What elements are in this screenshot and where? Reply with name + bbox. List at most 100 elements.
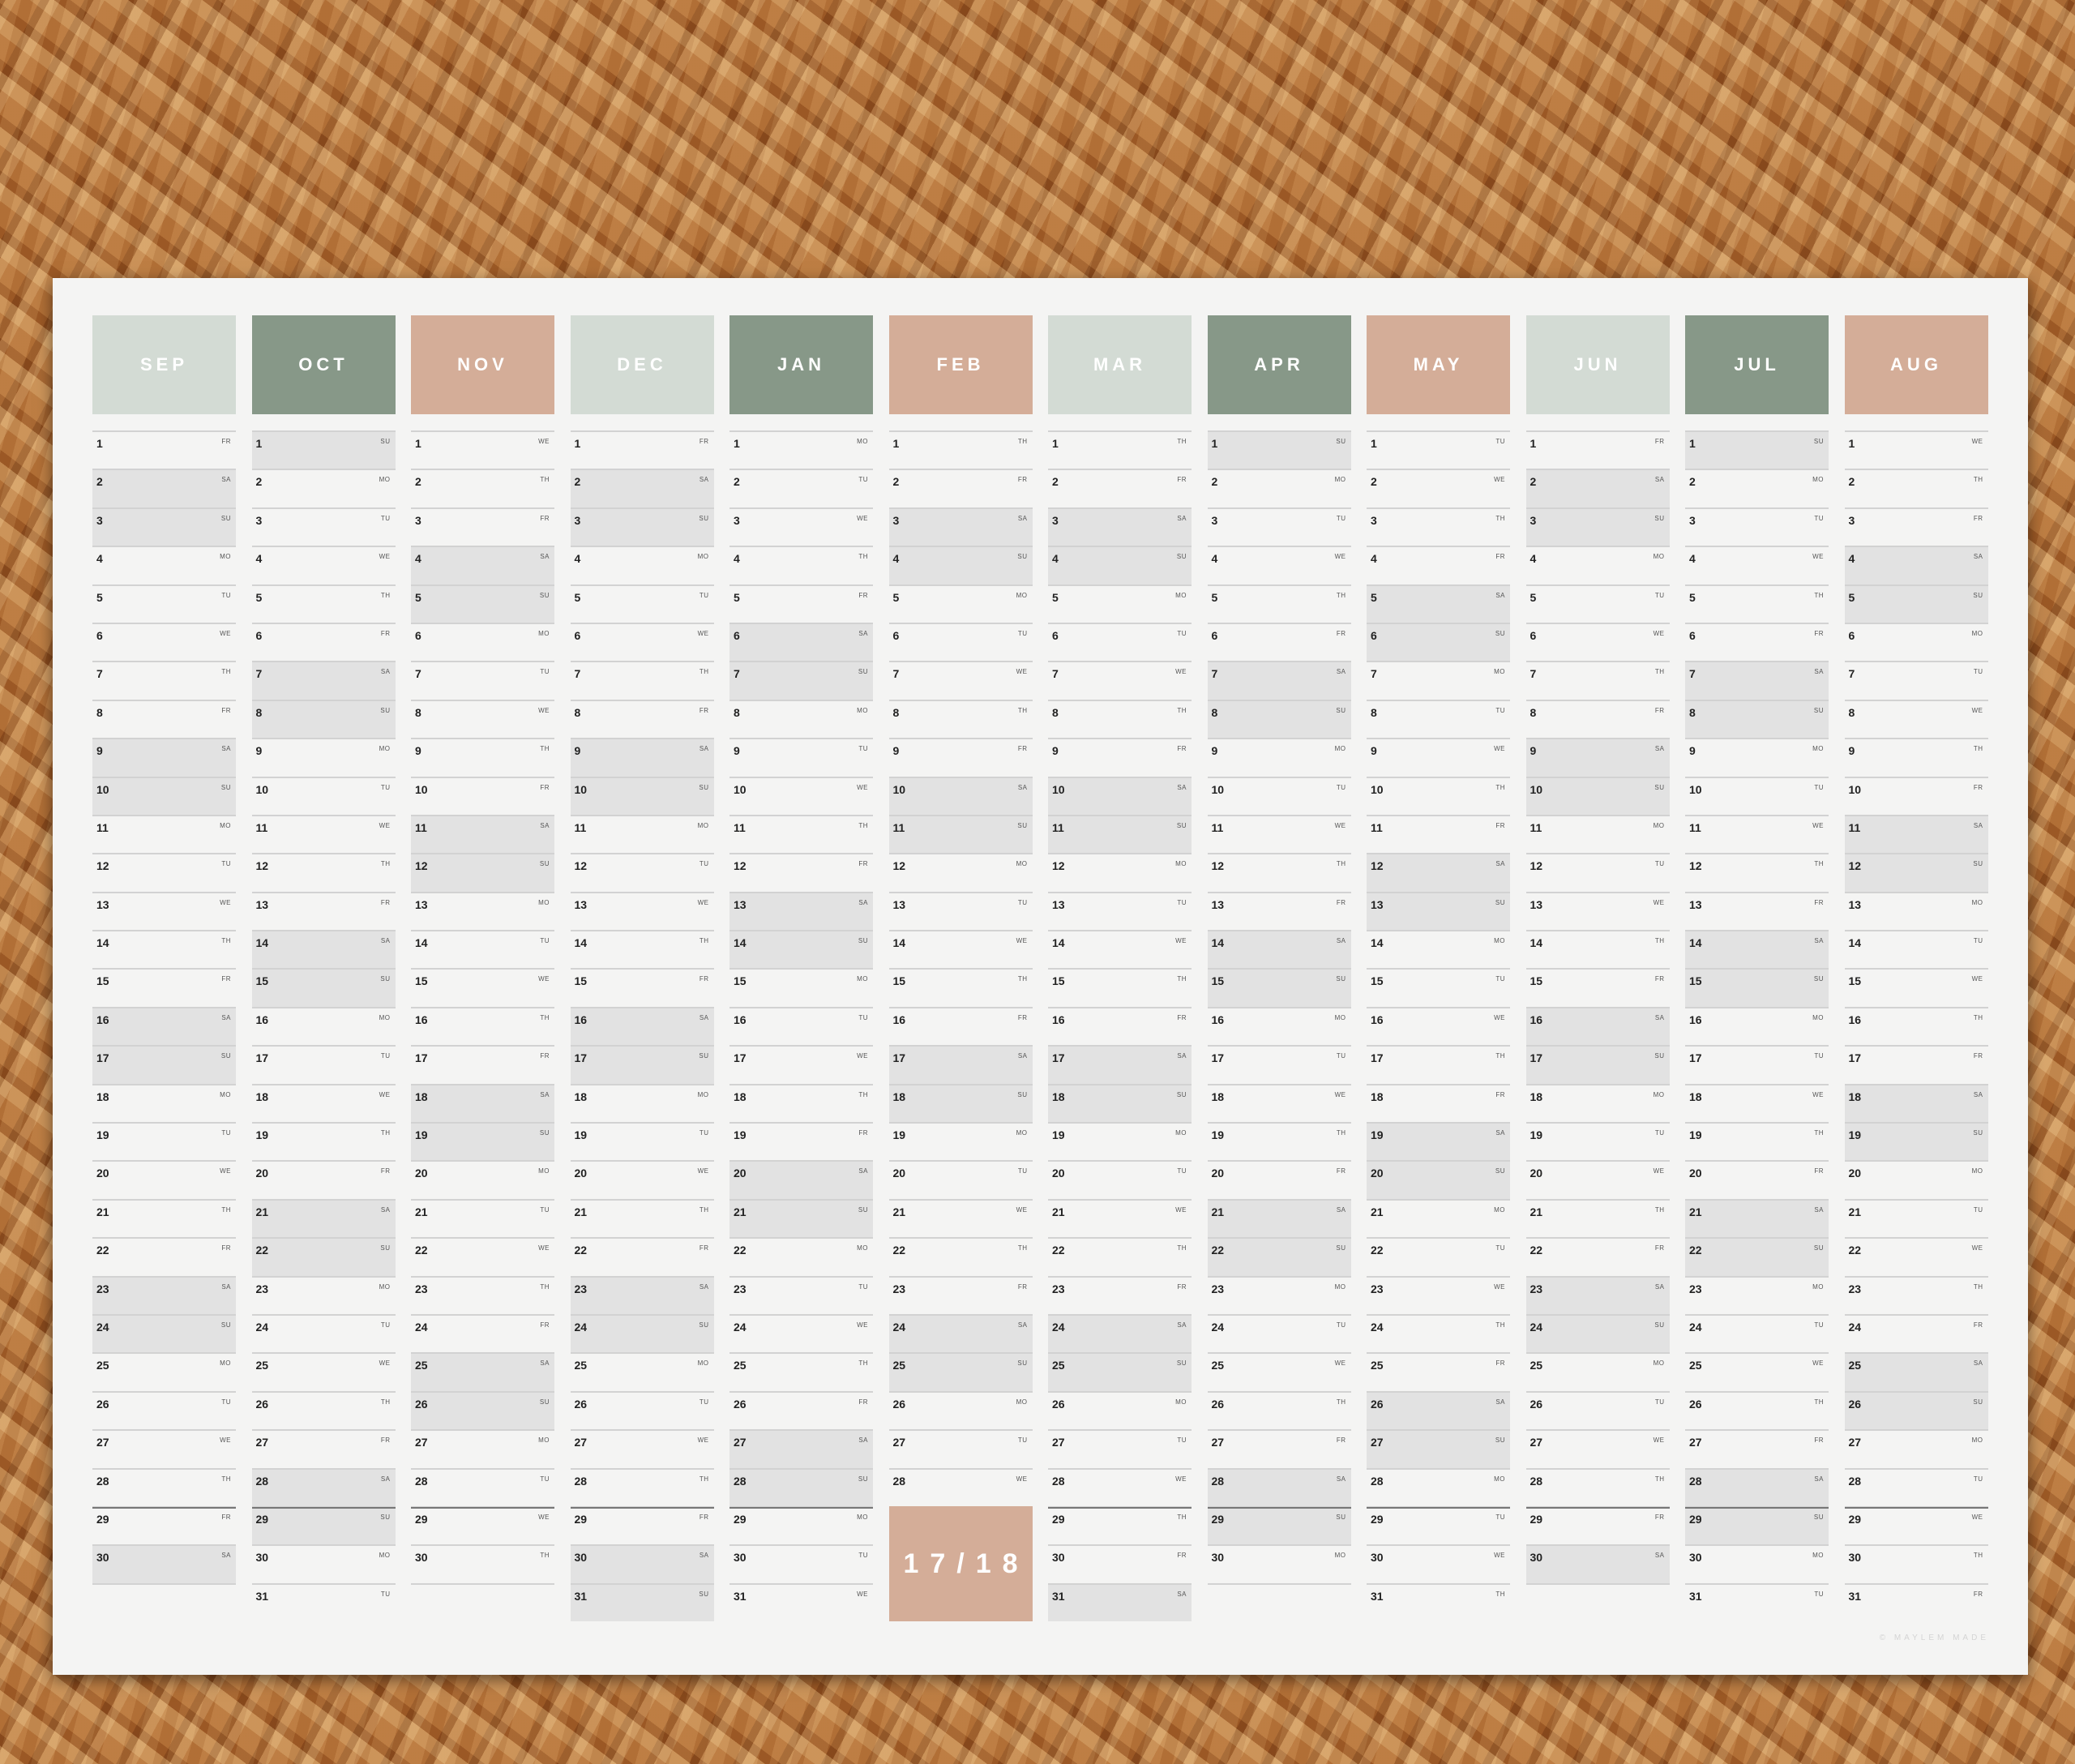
day-cell[interactable]: 21 TH — [570, 1198, 714, 1237]
day-cell[interactable]: 19 FR — [729, 1122, 873, 1160]
day-cell[interactable]: 21 SA — [251, 1198, 396, 1238]
day-cell[interactable]: 25 WE — [251, 1352, 396, 1390]
day-cell[interactable]: 2 FR — [1048, 469, 1192, 507]
day-cell[interactable]: 22 SU — [1207, 1237, 1351, 1276]
day-cell[interactable]: 14 TH — [92, 930, 236, 968]
day-cell[interactable]: 20 FR — [1685, 1160, 1829, 1198]
day-cell[interactable]: 30 MO — [251, 1544, 396, 1582]
day-cell[interactable]: 29 WE — [1844, 1505, 1988, 1544]
day-cell[interactable]: 31 WE — [729, 1582, 873, 1621]
day-cell[interactable]: 9 FR — [1048, 738, 1192, 776]
day-cell[interactable]: 27 MO — [411, 1429, 554, 1467]
day-cell[interactable]: 21 SA — [1685, 1198, 1829, 1238]
day-cell[interactable]: 18 SA — [411, 1083, 554, 1123]
day-cell[interactable]: 28 TH — [1525, 1467, 1670, 1506]
day-cell[interactable]: 5 MO — [888, 584, 1033, 623]
day-cell[interactable]: 6 MO — [411, 622, 554, 661]
day-cell[interactable]: 30 SA — [92, 1544, 236, 1583]
day-cell[interactable]: 7 SA — [1685, 661, 1829, 700]
day-cell[interactable]: 17 FR — [1844, 1045, 1988, 1083]
day-cell[interactable]: 8 FR — [570, 699, 714, 738]
day-cell[interactable]: 27 FR — [251, 1429, 396, 1467]
day-cell[interactable]: 9 TU — [729, 738, 873, 776]
day-cell[interactable]: 8 MO — [729, 699, 873, 738]
day-cell[interactable]: 3 TH — [1367, 507, 1510, 546]
day-cell[interactable]: 24 SA — [888, 1313, 1033, 1353]
day-cell[interactable]: 25 SU — [888, 1352, 1033, 1391]
day-cell[interactable]: 3 TU — [251, 507, 396, 546]
day-cell[interactable]: 5 SU — [1844, 584, 1988, 623]
day-cell[interactable]: 17 WE — [729, 1045, 873, 1083]
day-cell[interactable]: 31 SU — [570, 1582, 714, 1622]
day-cell[interactable]: 26 MO — [888, 1390, 1033, 1429]
day-cell[interactable]: 26 TU — [570, 1390, 714, 1429]
day-cell[interactable]: 4 SA — [411, 546, 554, 584]
day-cell[interactable]: 6 SA — [729, 622, 873, 662]
day-cell[interactable]: 29 MO — [729, 1505, 873, 1544]
day-cell[interactable]: 1 FR — [570, 430, 714, 469]
day-cell[interactable]: 30 SA — [570, 1544, 714, 1583]
day-cell[interactable]: 28 WE — [1048, 1467, 1192, 1506]
day-cell[interactable]: 28 SU — [729, 1467, 873, 1506]
day-cell[interactable]: 12 SU — [411, 853, 554, 892]
day-cell[interactable]: 24 TU — [1685, 1313, 1829, 1352]
day-cell[interactable]: 21 SU — [729, 1198, 873, 1238]
day-cell[interactable]: 20 WE — [1525, 1160, 1670, 1198]
day-cell[interactable]: 12 TH — [251, 853, 396, 891]
day-cell[interactable]: 19 SU — [1844, 1122, 1988, 1161]
day-cell[interactable]: 29 SU — [1207, 1505, 1351, 1545]
day-cell[interactable]: 31 TH — [1367, 1582, 1510, 1621]
day-cell[interactable]: 9 SA — [570, 738, 714, 777]
day-cell[interactable]: 15 WE — [411, 968, 554, 1006]
day-cell[interactable]: 1 SU — [1685, 430, 1829, 469]
day-cell[interactable]: 3 TU — [1207, 507, 1351, 546]
day-cell[interactable]: 18 WE — [1685, 1083, 1829, 1122]
day-cell[interactable]: 10 TU — [251, 776, 396, 815]
day-cell[interactable]: 1 WE — [411, 430, 554, 469]
day-cell[interactable]: 16 MO — [1207, 1006, 1351, 1045]
day-cell[interactable]: 24 SU — [570, 1313, 714, 1353]
day-cell[interactable]: 20 MO — [411, 1160, 554, 1198]
day-cell[interactable]: 11 WE — [1685, 814, 1829, 853]
day-cell[interactable]: 26 TH — [251, 1390, 396, 1429]
day-cell[interactable]: 27 FR — [1207, 1429, 1351, 1467]
day-cell[interactable]: 25 MO — [570, 1352, 714, 1390]
day-cell[interactable]: 29 TH — [1048, 1505, 1192, 1544]
day-cell[interactable]: 30 TH — [1844, 1544, 1988, 1582]
day-cell[interactable]: 26 TU — [1525, 1390, 1670, 1429]
day-cell[interactable]: 8 FR — [92, 699, 236, 738]
day-cell[interactable]: 6 WE — [92, 622, 236, 661]
day-cell[interactable]: 21 TH — [1525, 1198, 1670, 1237]
day-cell[interactable]: 4 SU — [888, 546, 1033, 584]
day-cell[interactable]: 15 TH — [1048, 968, 1192, 1006]
day-cell[interactable]: 30 MO — [1685, 1544, 1829, 1582]
day-cell[interactable]: 3 SU — [92, 507, 236, 546]
day-cell[interactable]: 9 MO — [251, 738, 396, 776]
day-cell[interactable]: 13 SA — [729, 891, 873, 931]
day-cell[interactable]: 8 TU — [1367, 699, 1510, 738]
day-cell[interactable]: 4 WE — [1207, 546, 1351, 584]
day-cell[interactable]: 23 SA — [570, 1275, 714, 1314]
day-cell[interactable]: 20 TU — [1048, 1160, 1192, 1198]
day-cell[interactable]: 10 SU — [1525, 776, 1670, 815]
day-cell[interactable]: 25 WE — [1685, 1352, 1829, 1390]
day-cell[interactable]: 12 TH — [1685, 853, 1829, 891]
day-cell[interactable]: 13 FR — [251, 891, 396, 930]
day-cell[interactable]: 22 FR — [1525, 1237, 1670, 1275]
day-cell[interactable]: 16 TU — [729, 1006, 873, 1045]
day-cell[interactable]: 28 TU — [411, 1467, 554, 1506]
day-cell[interactable]: 17 TU — [1207, 1045, 1351, 1083]
day-cell[interactable]: 15 SU — [1207, 968, 1351, 1007]
day-cell[interactable]: 17 TU — [251, 1045, 396, 1083]
day-cell[interactable]: 9 TH — [1844, 738, 1988, 776]
day-cell[interactable]: 10 FR — [411, 776, 554, 815]
day-cell[interactable]: 14 SU — [729, 930, 873, 969]
day-cell[interactable]: 13 TU — [1048, 891, 1192, 930]
day-cell[interactable]: 3 SU — [1525, 507, 1670, 546]
day-cell[interactable]: 19 MO — [1048, 1122, 1192, 1160]
day-cell[interactable]: 11 TH — [729, 814, 873, 853]
day-cell[interactable]: 23 MO — [1207, 1275, 1351, 1314]
day-cell[interactable]: 21 SA — [1207, 1198, 1351, 1238]
day-cell[interactable]: 2 FR — [888, 469, 1033, 507]
day-cell[interactable]: 18 SA — [1844, 1083, 1988, 1123]
